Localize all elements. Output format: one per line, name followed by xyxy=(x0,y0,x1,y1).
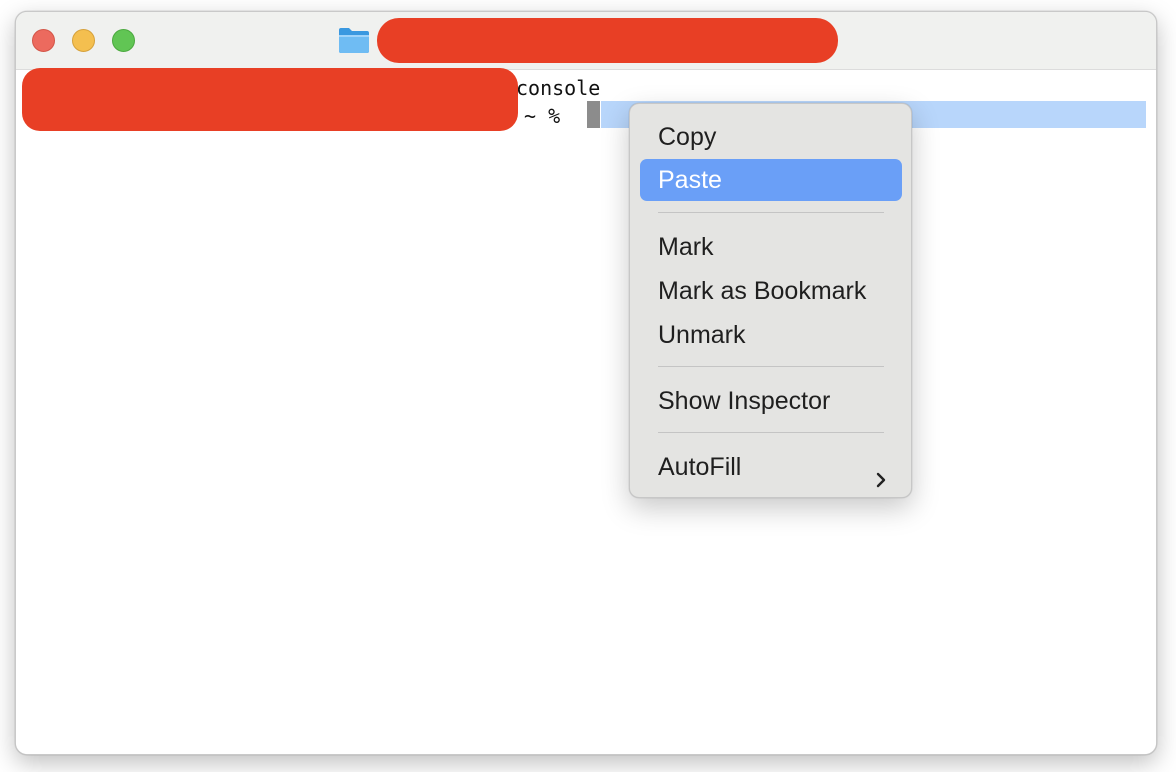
terminal-content[interactable]: console ~ % xyxy=(16,68,1156,754)
minimize-window-button[interactable] xyxy=(72,29,95,52)
terminal-output-line: console xyxy=(516,76,601,100)
menu-item-copy[interactable]: Copy xyxy=(640,116,902,158)
terminal-window: console ~ % xyxy=(15,11,1157,755)
menu-item-paste[interactable]: Paste xyxy=(640,159,902,201)
chevron-right-icon xyxy=(874,459,888,488)
folder-icon xyxy=(338,26,370,54)
title-bar[interactable] xyxy=(16,12,1156,70)
prompt-redaction xyxy=(22,68,518,131)
zoom-window-button[interactable] xyxy=(112,29,135,52)
menu-separator xyxy=(658,212,884,213)
menu-item-unmark[interactable]: Unmark xyxy=(640,314,902,356)
window-title-redaction xyxy=(377,18,838,63)
menu-item-mark-as-bookmark[interactable]: Mark as Bookmark xyxy=(640,270,902,312)
menu-item-mark[interactable]: Mark xyxy=(640,226,902,268)
menu-item-autofill[interactable]: AutoFill xyxy=(640,446,902,488)
menu-item-autofill-label: AutoFill xyxy=(658,453,742,481)
close-window-button[interactable] xyxy=(32,29,55,52)
menu-item-show-inspector[interactable]: Show Inspector xyxy=(640,380,902,422)
context-menu: Copy Paste Mark Mark as Bookmark Unmark … xyxy=(629,103,912,498)
menu-separator xyxy=(658,432,884,433)
menu-separator xyxy=(658,366,884,367)
text-cursor xyxy=(587,101,600,128)
terminal-prompt-line: ~ % xyxy=(512,104,573,128)
